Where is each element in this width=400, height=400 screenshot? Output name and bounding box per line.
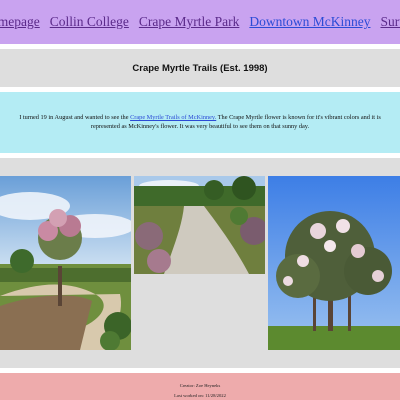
title-bar: Crape Myrtle Trails (Est. 1998) bbox=[0, 49, 400, 87]
intro-text-before: I turned 19 in August and wanted to see … bbox=[19, 114, 131, 121]
photo-crape-myrtle-path bbox=[0, 176, 131, 350]
crape-myrtle-trails-link[interactable]: Crape Myrtle Trails of McKinney. bbox=[130, 114, 216, 121]
intro-section: I turned 19 in August and wanted to see … bbox=[0, 92, 400, 153]
nav-link-downtown-mckinney[interactable]: Downtown McKinney bbox=[249, 14, 370, 30]
nav-link-collin-college[interactable]: Collin College bbox=[50, 14, 129, 30]
intro-paragraph: I turned 19 in August and wanted to see … bbox=[8, 114, 392, 131]
nav-link-crape-myrtle-park[interactable]: Crape Myrtle Park bbox=[139, 14, 239, 30]
photo-gallery bbox=[0, 158, 400, 368]
photo-concrete-trail bbox=[134, 176, 265, 274]
photo-blooming-tree bbox=[268, 176, 400, 350]
main-nav: Homepage Collin College Crape Myrtle Par… bbox=[0, 0, 400, 44]
page-title: Crape Myrtle Trails (Est. 1998) bbox=[132, 62, 268, 74]
nav-link-survey[interactable]: Survey bbox=[380, 14, 400, 30]
last-updated: Last worked on: 11/28/2022 bbox=[174, 393, 226, 398]
footer: Creator: Zoe Heyneks Last worked on: 11/… bbox=[0, 373, 400, 400]
creator-credit: Creator: Zoe Heyneks bbox=[179, 383, 221, 388]
nav-link-homepage[interactable]: Homepage bbox=[0, 14, 40, 30]
